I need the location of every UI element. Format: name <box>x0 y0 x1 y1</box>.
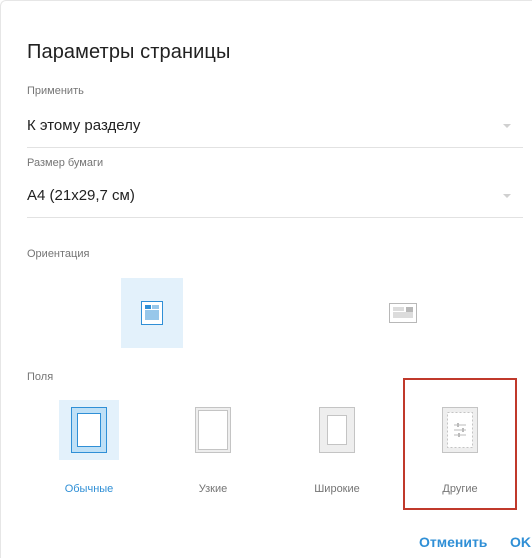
margins-option-wide[interactable] <box>307 400 367 460</box>
chevron-down-icon <box>503 124 511 128</box>
portrait-page-icon <box>141 301 163 325</box>
margins-option-normal-label: Обычные <box>64 483 114 495</box>
paper-size-select[interactable]: А4 (21х29,7 см) <box>27 179 523 218</box>
apply-caption: Применить <box>27 85 84 97</box>
paper-size-select-value: А4 (21х29,7 см) <box>27 187 135 204</box>
margins-option-narrow-label: Узкие <box>198 483 228 495</box>
apply-select[interactable]: К этому разделу <box>27 109 523 148</box>
chevron-down-icon <box>503 194 511 198</box>
portrait-orientation-option[interactable] <box>121 278 183 348</box>
page-settings-dialog: Параметры страницы Применить К этому раз… <box>0 0 532 558</box>
paper-size-caption: Размер бумаги <box>27 157 104 169</box>
cancel-button[interactable]: Отменить <box>419 534 487 550</box>
ok-button[interactable]: OK <box>510 534 531 550</box>
landscape-orientation-option[interactable] <box>372 278 434 348</box>
dialog-title: Параметры страницы <box>27 41 231 63</box>
normal-margins-icon <box>71 407 107 453</box>
landscape-page-icon <box>389 303 417 323</box>
margins-option-normal[interactable] <box>59 400 119 460</box>
narrow-margins-icon <box>195 407 231 453</box>
custom-margins-highlight <box>403 378 517 510</box>
apply-select-value: К этому разделу <box>27 117 141 134</box>
margins-caption: Поля <box>27 371 54 383</box>
orientation-caption: Ориентация <box>27 248 90 260</box>
wide-margins-icon <box>319 407 355 453</box>
margins-option-narrow[interactable] <box>183 400 243 460</box>
margins-option-wide-label: Широкие <box>314 483 360 495</box>
